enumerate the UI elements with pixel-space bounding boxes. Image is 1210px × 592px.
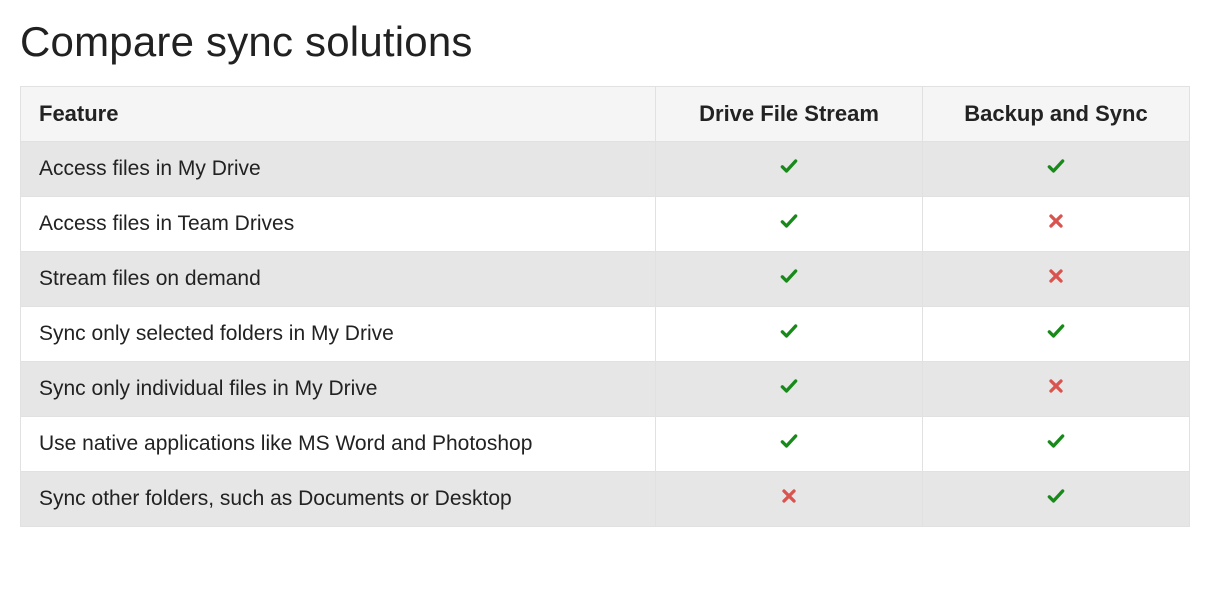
drive-file-stream-cell <box>656 142 923 197</box>
backup-and-sync-cell <box>923 252 1190 307</box>
col-header-backup-and-sync: Backup and Sync <box>923 87 1190 142</box>
check-icon <box>779 321 799 341</box>
backup-and-sync-cell <box>923 197 1190 252</box>
feature-cell: Sync other folders, such as Documents or… <box>21 472 656 527</box>
cross-icon <box>1046 266 1066 286</box>
table-row: Sync only selected folders in My Drive <box>21 307 1190 362</box>
backup-and-sync-cell <box>923 142 1190 197</box>
drive-file-stream-cell <box>656 197 923 252</box>
check-icon <box>779 211 799 231</box>
feature-cell: Access files in Team Drives <box>21 197 656 252</box>
backup-and-sync-cell <box>923 472 1190 527</box>
check-icon <box>1046 486 1066 506</box>
backup-and-sync-cell <box>923 417 1190 472</box>
drive-file-stream-cell <box>656 252 923 307</box>
table-row: Sync other folders, such as Documents or… <box>21 472 1190 527</box>
feature-cell: Use native applications like MS Word and… <box>21 417 656 472</box>
feature-cell: Stream files on demand <box>21 252 656 307</box>
table-row: Use native applications like MS Word and… <box>21 417 1190 472</box>
backup-and-sync-cell <box>923 307 1190 362</box>
check-icon <box>1046 431 1066 451</box>
drive-file-stream-cell <box>656 362 923 417</box>
page-title: Compare sync solutions <box>20 18 1190 66</box>
drive-file-stream-cell <box>656 417 923 472</box>
check-icon <box>1046 156 1066 176</box>
table-row: Sync only individual files in My Drive <box>21 362 1190 417</box>
feature-cell: Sync only individual files in My Drive <box>21 362 656 417</box>
check-icon <box>779 376 799 396</box>
check-icon <box>779 431 799 451</box>
table-row: Stream files on demand <box>21 252 1190 307</box>
table-row: Access files in My Drive <box>21 142 1190 197</box>
feature-cell: Sync only selected folders in My Drive <box>21 307 656 362</box>
backup-and-sync-cell <box>923 362 1190 417</box>
cross-icon <box>1046 376 1066 396</box>
table-row: Access files in Team Drives <box>21 197 1190 252</box>
cross-icon <box>779 486 799 506</box>
drive-file-stream-cell <box>656 472 923 527</box>
cross-icon <box>1046 211 1066 231</box>
check-icon <box>1046 321 1066 341</box>
col-header-drive-file-stream: Drive File Stream <box>656 87 923 142</box>
drive-file-stream-cell <box>656 307 923 362</box>
col-header-feature: Feature <box>21 87 656 142</box>
check-icon <box>779 156 799 176</box>
feature-cell: Access files in My Drive <box>21 142 656 197</box>
compare-table: Feature Drive File Stream Backup and Syn… <box>20 86 1190 527</box>
check-icon <box>779 266 799 286</box>
